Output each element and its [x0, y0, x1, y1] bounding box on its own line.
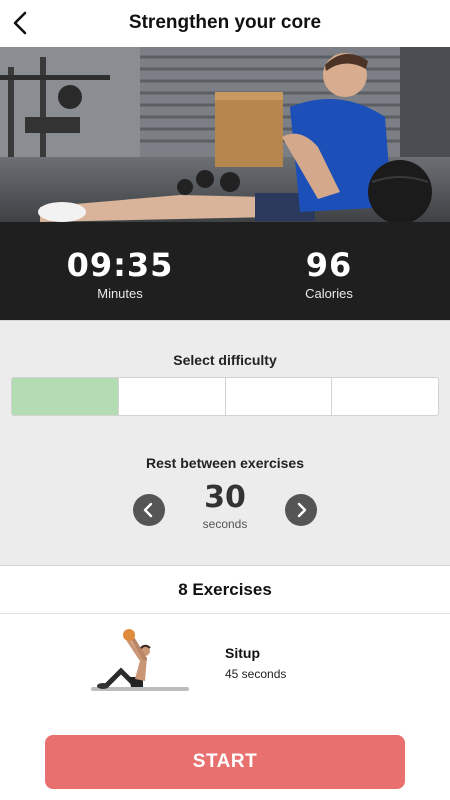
difficulty-label: Select difficulty — [173, 352, 277, 368]
start-button[interactable]: START — [45, 735, 405, 789]
rest-label: Rest between exercises — [146, 455, 304, 471]
exercises-count: 8 Exercises — [0, 566, 450, 614]
exercise-name: Situp — [225, 645, 260, 661]
hero-image — [0, 47, 450, 222]
exercise-list-item[interactable]: Situp 45 seconds — [0, 615, 450, 710]
workout-settings: Select difficulty Rest between exercises… — [0, 320, 450, 566]
difficulty-level-3[interactable] — [225, 378, 333, 415]
exercise-duration: 45 seconds — [225, 667, 287, 681]
chevron-right-icon — [297, 502, 307, 518]
difficulty-selector — [11, 377, 439, 416]
rest-value: 30 — [204, 480, 246, 515]
difficulty-level-2[interactable] — [118, 378, 226, 415]
difficulty-level-1[interactable] — [12, 378, 119, 415]
rest-unit: seconds — [202, 517, 248, 531]
calories-label: Calories — [305, 286, 353, 301]
page-title: Strengthen your core — [128, 12, 322, 33]
calories-value: 96 — [305, 246, 353, 284]
calories-stat: 96 Calories — [259, 248, 399, 301]
app-header: Strengthen your core — [0, 0, 450, 47]
difficulty-level-4[interactable] — [332, 378, 438, 415]
increase-rest-button[interactable] — [285, 494, 317, 526]
situp-illustration — [91, 629, 189, 691]
duration-value: 09:35 — [66, 246, 174, 284]
duration-stat: 09:35 Minutes — [50, 248, 190, 301]
workout-stats: 09:35 Minutes 96 Calories — [0, 222, 450, 320]
duration-label: Minutes — [97, 286, 143, 301]
